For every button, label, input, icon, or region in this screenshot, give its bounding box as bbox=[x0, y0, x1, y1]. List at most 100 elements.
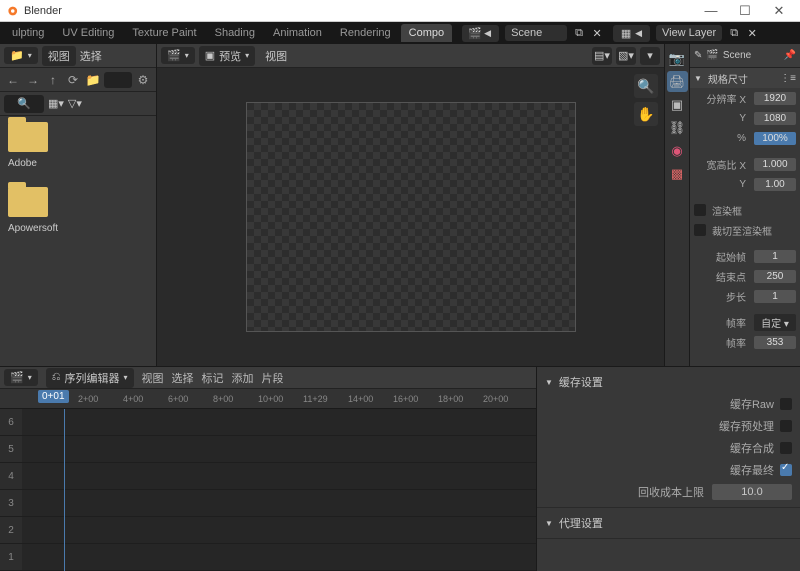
ws-tab-sculpting[interactable]: ulpting bbox=[4, 24, 52, 42]
track-row[interactable] bbox=[22, 544, 536, 571]
seq-mode-selector[interactable]: ⎌序列编辑器▾ bbox=[46, 368, 134, 388]
cache-composite-checkbox[interactable] bbox=[780, 442, 792, 454]
crop-checkbox[interactable] bbox=[694, 224, 706, 236]
sequencer-preview: 🎬▾ ▣预览▾ 视图 ▤▾ ▧▾ ▾ 🔍 ✋ bbox=[157, 44, 665, 366]
timeline-ruler[interactable]: 0+01 2+00 4+00 6+00 8+00 10+00 11+29 14+… bbox=[0, 389, 536, 409]
cache-raw-checkbox[interactable] bbox=[780, 398, 792, 410]
seq-tracks[interactable]: 6 5 4 3 2 1 bbox=[0, 409, 536, 571]
cache-section-header[interactable]: ▼缓存设置 bbox=[545, 371, 792, 393]
pv-view-menu[interactable]: 视图 bbox=[265, 48, 287, 64]
ws-tab-shading[interactable]: Shading bbox=[207, 24, 263, 42]
disclosure-icon: ▼ bbox=[545, 519, 553, 528]
maximize-button[interactable]: ☐ bbox=[728, 0, 762, 22]
prop-tab-viewlayer[interactable]: ▣ bbox=[667, 94, 688, 115]
nav-back-button[interactable]: ← bbox=[4, 71, 22, 89]
viewlayer-name-field[interactable]: View Layer bbox=[656, 25, 722, 41]
fb-editor-type[interactable]: 📁▾ bbox=[4, 47, 38, 64]
pv-gizmo-button[interactable]: ▾ bbox=[640, 47, 660, 65]
prop-tab-texture[interactable]: ▩ bbox=[667, 163, 688, 184]
cache-preprocess-checkbox[interactable] bbox=[780, 420, 792, 432]
seq-menu-marker[interactable]: 标记 bbox=[202, 370, 224, 386]
track-row[interactable] bbox=[22, 436, 536, 463]
start-field[interactable]: 1 bbox=[754, 250, 796, 263]
nav-fwd-button[interactable]: → bbox=[24, 71, 42, 89]
seq-header: 🎬▾ ⎌序列编辑器▾ 视图 选择 标记 添加 片段 bbox=[0, 367, 536, 389]
cache-limit-field[interactable]: 10.0 bbox=[712, 484, 792, 500]
ws-tab-animation[interactable]: Animation bbox=[265, 24, 330, 42]
cache-final-checkbox[interactable] bbox=[780, 464, 792, 476]
pan-tool[interactable]: ✋ bbox=[634, 102, 658, 126]
seq-menu-select[interactable]: 选择 bbox=[172, 370, 194, 386]
scene-copy-button[interactable]: ⧉ bbox=[571, 25, 587, 41]
playhead-badge[interactable]: 0+01 bbox=[38, 390, 69, 403]
playhead-line[interactable] bbox=[64, 409, 65, 571]
pv-editor-type[interactable]: 🎬▾ bbox=[161, 47, 195, 64]
prop-tab-scene[interactable]: ⛓ bbox=[667, 117, 688, 138]
track-area[interactable] bbox=[22, 409, 536, 571]
file-browser: 📁▾ 视图 选择 ← → ↑ ⟳ 📁 ⚙ 🔍 ▦▾ ▽▾ Adobe Apow bbox=[0, 44, 157, 366]
nav-path-field[interactable] bbox=[104, 72, 132, 88]
pv-canvas[interactable]: 🔍 ✋ bbox=[157, 68, 664, 366]
fps2-field[interactable]: 353 bbox=[754, 336, 796, 349]
menu-icon[interactable]: ⋮≡ bbox=[780, 73, 796, 84]
seq-menu-strip[interactable]: 片段 bbox=[262, 370, 284, 386]
pv-channels-button[interactable]: ▤▾ bbox=[592, 47, 612, 65]
nav-refresh-button[interactable]: ⟳ bbox=[64, 71, 82, 89]
zoom-tool[interactable]: 🔍 bbox=[634, 74, 658, 98]
aspect-x-field[interactable]: 1.000 bbox=[754, 158, 796, 171]
step-field[interactable]: 1 bbox=[754, 290, 796, 303]
track-row[interactable] bbox=[22, 517, 536, 544]
folder-icon bbox=[8, 187, 48, 217]
fb-display-menu[interactable]: 视图 bbox=[42, 46, 76, 66]
proxy-section-header[interactable]: ▼代理设置 bbox=[545, 512, 792, 534]
pin-button[interactable]: 📌 bbox=[784, 50, 796, 61]
end-field[interactable]: 250 bbox=[754, 270, 796, 283]
ws-tab-rendering[interactable]: Rendering bbox=[332, 24, 399, 42]
cache-limit-label: 回收成本上限 bbox=[545, 484, 704, 500]
back-caret-icon: ◀ bbox=[635, 28, 642, 39]
nav-settings-button[interactable]: ⚙ bbox=[134, 71, 152, 89]
fb-select-menu[interactable]: 选择 bbox=[80, 48, 102, 64]
folder-item[interactable]: Apowersoft bbox=[8, 187, 148, 234]
filter-button[interactable]: ▽▾ bbox=[68, 97, 82, 110]
res-y-field[interactable]: 1080 bbox=[754, 112, 796, 125]
ws-tab-texture[interactable]: Texture Paint bbox=[124, 24, 204, 42]
nav-up-button[interactable]: ↑ bbox=[44, 71, 62, 89]
track-row[interactable] bbox=[22, 463, 536, 490]
pv-overlay-button[interactable]: ▧▾ bbox=[616, 47, 636, 65]
border-label: 渲染框 bbox=[712, 203, 796, 218]
close-button[interactable]: ✕ bbox=[762, 0, 796, 22]
track-row[interactable] bbox=[22, 409, 536, 436]
fb-search-row: 🔍 ▦▾ ▽▾ bbox=[0, 92, 156, 116]
scene-name-field[interactable]: Scene bbox=[505, 25, 567, 41]
scene-icon: 🎬 bbox=[468, 27, 482, 40]
folder-item[interactable]: Adobe bbox=[8, 122, 148, 169]
seq-menu-add[interactable]: 添加 bbox=[232, 370, 254, 386]
prop-tab-world[interactable]: ◉ bbox=[667, 140, 688, 161]
ws-tab-uv[interactable]: UV Editing bbox=[54, 24, 122, 42]
res-pct-field[interactable]: 100% bbox=[754, 132, 796, 145]
viewlayer-delete-button[interactable]: ✕ bbox=[744, 25, 760, 41]
viewlayer-selector[interactable]: ▦ ◀ bbox=[613, 25, 650, 42]
pv-mode-selector[interactable]: ▣预览▾ bbox=[199, 46, 255, 66]
fps-selector[interactable]: 自定 ▾ bbox=[754, 314, 796, 331]
aspect-y-field[interactable]: 1.00 bbox=[754, 178, 796, 191]
scene-selector[interactable]: 🎬 ◀ bbox=[462, 25, 499, 42]
tick: 14+00 bbox=[348, 394, 393, 404]
ws-tab-compositing[interactable]: Compo bbox=[401, 24, 452, 42]
nav-newdir-button[interactable]: 📁 bbox=[84, 71, 102, 89]
seq-editor-type[interactable]: 🎬▾ bbox=[4, 369, 38, 386]
scene-delete-button[interactable]: ✕ bbox=[589, 25, 605, 41]
minimize-button[interactable]: — bbox=[694, 0, 728, 22]
display-grid-button[interactable]: ▦▾ bbox=[48, 97, 64, 110]
prop-section-dimensions[interactable]: ▼ 规格尺寸 ⋮≡ bbox=[690, 68, 800, 88]
pin-icon[interactable]: ✎ bbox=[694, 50, 702, 61]
viewlayer-copy-button[interactable]: ⧉ bbox=[726, 25, 742, 41]
border-checkbox[interactable] bbox=[694, 204, 706, 216]
search-input[interactable]: 🔍 bbox=[4, 95, 44, 113]
seq-menu-view[interactable]: 视图 bbox=[142, 370, 164, 386]
res-x-field[interactable]: 1920 bbox=[754, 92, 796, 105]
prop-tab-output[interactable]: 🖨 bbox=[667, 71, 688, 92]
track-row[interactable] bbox=[22, 490, 536, 517]
prop-tab-render[interactable]: 📷 bbox=[667, 48, 688, 69]
